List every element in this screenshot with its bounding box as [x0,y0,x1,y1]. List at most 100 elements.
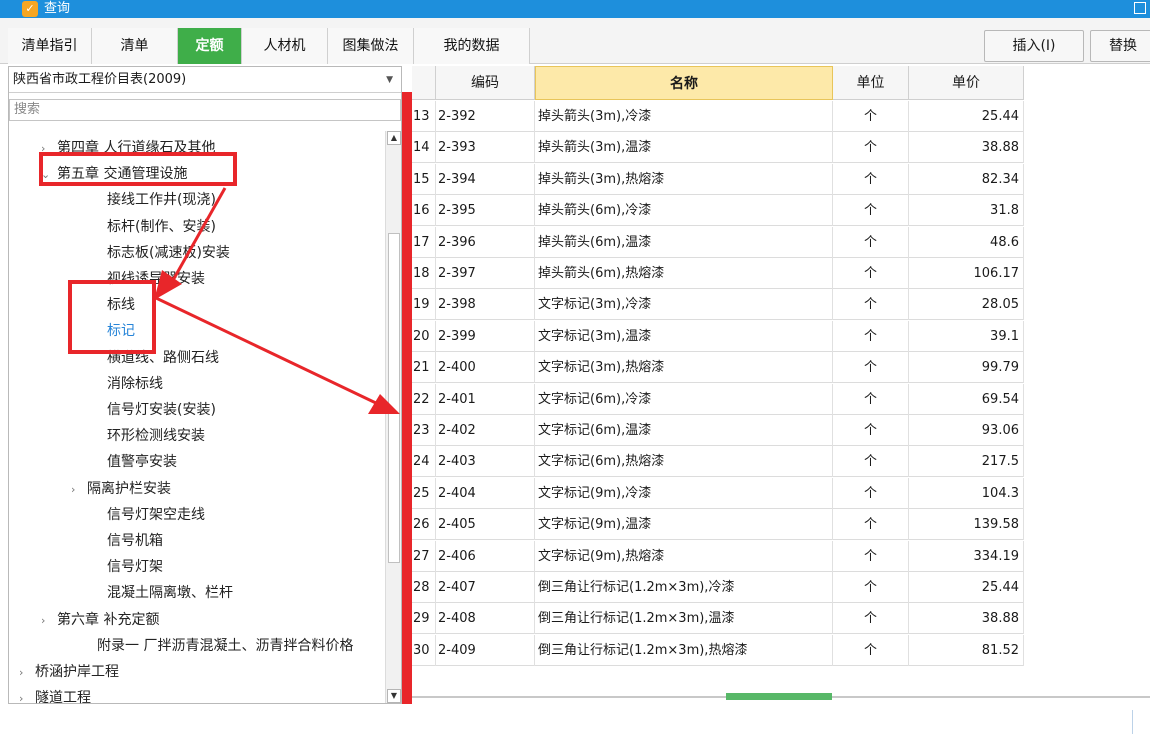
table-row[interactable]: 22 2-401 文字标记(6m),冷漆个 69.54 [412,383,1024,415]
tree-item-police-booth[interactable]: 值警亭安装 [91,449,177,475]
table-row[interactable]: 21 2-400 文字标记(3m),热熔漆个 99.79 [412,352,1024,384]
tree-item-label: 第六章 补充定额 [57,611,160,628]
tree-item-bridge[interactable]: › 桥涵护岸工程 [19,659,119,685]
catalog-dropdown[interactable]: 陕西省市政工程价目表(2009) ▼ [9,67,401,93]
tab-bill-guide[interactable]: 清单指引 [8,28,92,64]
unit-cell: 个 [833,634,909,666]
tree-item-remove-line[interactable]: 消除标线 [91,371,163,397]
price-cell: 38.88 [909,132,1024,164]
insert-button[interactable]: 插入(I) [984,30,1084,62]
price-cell: 81.52 [909,634,1024,666]
tab-bill[interactable]: 清单 [92,28,178,64]
replace-button[interactable]: 替换 [1090,30,1150,62]
tab-atlas-method[interactable]: 图集做法 [328,28,414,64]
unit-cell: 个 [833,226,909,258]
tree-item-label: 附录一 厂拌沥青混凝土、沥青拌合料价格 [97,637,354,654]
unit-cell: 个 [833,163,909,195]
code-cell: 2-394 [436,163,535,195]
scroll-up-icon[interactable]: ▲ [387,131,401,145]
chevron-right-icon[interactable]: › [71,477,87,503]
tree-item-pole[interactable]: 标杆(制作、安装) [91,214,216,240]
header-unit[interactable]: 单位 [833,66,909,100]
tab-labor-material-machine[interactable]: 人材机 [242,28,328,64]
tree-item-sign-board[interactable]: 标志板(减速板)安装 [91,240,230,266]
tree-item-signal-overhead[interactable]: 信号灯架空走线 [91,502,205,528]
header-name[interactable]: 名称 [535,66,833,100]
table-row[interactable]: 27 2-406 文字标记(9m),热熔漆个 334.19 [412,540,1024,572]
chevron-right-icon[interactable]: › [19,686,35,705]
row-number-cell: 24 [412,446,436,478]
tree-scrollbar[interactable]: ▲ ▼ [385,131,401,703]
price-cell: 39.1 [909,320,1024,352]
table-row[interactable]: 16 2-395 掉头箭头(6m),冷漆个 31.8 [412,195,1024,227]
tree-item-guardrail[interactable]: › 隔离护栏安装 [71,476,171,502]
header-code[interactable]: 编码 [436,66,535,100]
header-price[interactable]: 单价 [909,66,1024,100]
tree-item-signal-frame[interactable]: 信号灯架 [91,554,163,580]
tab-bar: 清单指引 清单 定额 人材机 图集做法 我的数据 插入(I) 替换 [0,18,1150,64]
name-cell: 文字标记(9m),温漆 [535,509,833,541]
tree-item-chapter6[interactable]: › 第六章 补充定额 [41,607,159,633]
name-cell: 掉头箭头(3m),冷漆 [535,101,833,132]
tab-my-data[interactable]: 我的数据 [414,28,530,64]
chevron-down-icon[interactable]: ▼ [386,67,393,93]
tab-quota[interactable]: 定额 [178,28,242,64]
annotation-box-marking [68,280,156,354]
price-cell: 99.79 [909,352,1024,384]
tree-item-label: 环形检测线安装 [107,428,205,445]
table-row[interactable]: 30 2-409 倒三角让行标记(1.2m×3m),热熔漆个 81.52 [412,634,1024,666]
row-number-cell: 15 [412,163,436,195]
name-cell: 文字标记(6m),冷漆 [535,383,833,415]
table-row[interactable]: 24 2-403 文字标记(6m),热熔漆个 217.5 [412,446,1024,478]
chevron-right-icon[interactable]: › [19,660,35,686]
table-row[interactable]: 18 2-397 掉头箭头(6m),热熔漆个 106.17 [412,258,1024,289]
row-number-cell: 16 [412,195,436,227]
table-row[interactable]: 15 2-394 掉头箭头(3m),热熔漆个 82.34 [412,163,1024,195]
table-row[interactable]: 23 2-402 文字标记(6m),温漆个 93.06 [412,415,1024,446]
chevron-right-icon[interactable]: › [41,608,57,634]
expand-handle[interactable] [726,693,832,700]
code-cell: 2-399 [436,320,535,352]
table-row[interactable]: 19 2-398 文字标记(3m),冷漆个 28.05 [412,289,1024,321]
tree-item-wire-well[interactable]: 接线工作井(现浇) [91,187,216,213]
maximize-icon[interactable] [1134,2,1146,14]
price-cell: 334.19 [909,540,1024,572]
table-row[interactable]: 26 2-405 文字标记(9m),温漆个 139.58 [412,509,1024,541]
status-divider [1132,710,1133,734]
table-row[interactable]: 20 2-399 文字标记(3m),温漆个 39.1 [412,320,1024,352]
table-row[interactable]: 28 2-407 倒三角让行标记(1.2m×3m),冷漆个 25.44 [412,572,1024,603]
table-row[interactable]: 17 2-396 掉头箭头(6m),温漆个 48.6 [412,226,1024,258]
tree-item-appendix1[interactable]: 附录一 厂拌沥青混凝土、沥青拌合料价格 [81,633,353,659]
scroll-down-icon[interactable]: ▼ [387,689,401,703]
tree-item-label: 值警亭安装 [107,454,177,471]
price-cell: 38.88 [909,603,1024,635]
unit-cell: 个 [833,446,909,478]
table-row[interactable]: 25 2-404 文字标记(9m),冷漆个 104.3 [412,477,1024,509]
name-cell: 文字标记(3m),热熔漆 [535,352,833,384]
tree-item-label: 信号灯架空走线 [107,506,205,523]
code-cell: 2-405 [436,509,535,541]
row-number-cell: 23 [412,415,436,446]
search-input[interactable]: 搜索 [9,99,401,121]
table-row[interactable]: 29 2-408 倒三角让行标记(1.2m×3m),温漆个 38.88 [412,603,1024,635]
grid-header: 编码 名称 单位 单价 [412,66,1024,100]
unit-cell: 个 [833,320,909,352]
name-cell: 掉头箭头(6m),温漆 [535,226,833,258]
unit-cell: 个 [833,352,909,384]
price-cell: 31.8 [909,195,1024,227]
code-cell: 2-392 [436,101,535,132]
unit-cell: 个 [833,383,909,415]
row-number-cell: 28 [412,572,436,603]
tree-item-signal-box[interactable]: 信号机箱 [91,528,163,554]
code-cell: 2-408 [436,603,535,635]
table-row[interactable]: 13 2-392 掉头箭头(3m),冷漆个 25.44 [412,101,1024,132]
unit-cell: 个 [833,540,909,572]
tree-item-concrete-pier[interactable]: 混凝土隔离墩、栏杆 [91,580,233,606]
tree-item-signal-light[interactable]: 信号灯安装(安装) [91,397,216,423]
table-row[interactable]: 14 2-393 掉头箭头(3m),温漆个 38.88 [412,132,1024,164]
tree-item-loop-detector[interactable]: 环形检测线安装 [91,423,205,449]
name-cell: 倒三角让行标记(1.2m×3m),温漆 [535,603,833,635]
tree-item-tunnel[interactable]: › 隧道工程 [19,685,91,705]
scroll-thumb[interactable] [388,233,400,563]
unit-cell: 个 [833,289,909,321]
